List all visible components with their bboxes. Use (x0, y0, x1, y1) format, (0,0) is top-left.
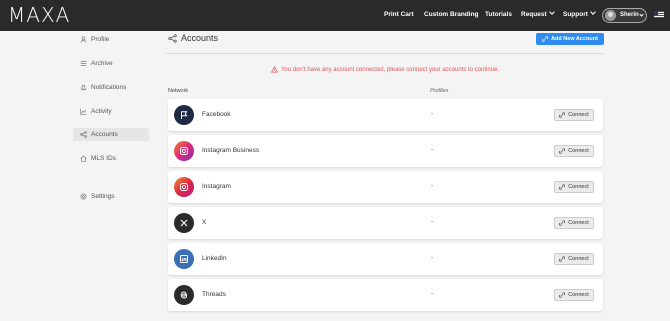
sidebar-item-profile[interactable]: Profile (73, 33, 149, 46)
account-row-linkedin: LinkedIn - Connect (168, 243, 603, 275)
warning-message: You don't have any account connected, pl… (166, 66, 604, 73)
flag-icon (174, 105, 194, 125)
nav-custom-branding[interactable]: Custom Branding (424, 11, 479, 18)
profile-value: - (431, 254, 434, 261)
warning-icon (270, 66, 278, 73)
user-icon (79, 36, 87, 44)
bell-icon (79, 84, 87, 92)
add-new-account-button[interactable]: Add New Account (536, 33, 604, 45)
sidebar-item-label: Activity (91, 108, 112, 115)
connect-instagram-button[interactable]: Connect (554, 181, 594, 193)
top-navbar: MAXA Print Cart Custom Branding Tutorial… (0, 0, 670, 31)
chevron-down-icon (590, 9, 596, 15)
nav-print-cart[interactable]: Print Cart (384, 11, 414, 18)
sidebar-item-notifications[interactable]: Notifications (73, 81, 149, 94)
account-row-facebook: Facebook - Connect (168, 99, 603, 131)
divider (166, 53, 604, 54)
network-name: Instagram (202, 183, 231, 190)
logo[interactable]: MAXA (8, 3, 70, 27)
sidebar-item-mls-ids[interactable]: MLS IDs (73, 152, 149, 165)
connect-facebook-button[interactable]: Connect (554, 109, 594, 121)
link-icon (542, 36, 549, 42)
profile-value: - (431, 110, 434, 117)
connect-threads-button[interactable]: Connect (554, 289, 594, 301)
chevron-down-icon (548, 9, 555, 15)
profile-value: - (431, 290, 434, 297)
sidebar-item-label: Accounts (91, 131, 118, 138)
share-icon (168, 33, 177, 43)
nav-request[interactable]: Request (521, 9, 555, 18)
connect-x-button[interactable]: Connect (554, 217, 594, 229)
link-icon (559, 112, 566, 118)
sidebar-item-archive[interactable]: Archive (73, 57, 149, 70)
page-title: Accounts (168, 33, 218, 43)
avatar (605, 10, 616, 21)
link-icon (559, 256, 566, 262)
network-name: LinkedIn (202, 255, 227, 262)
chart-icon (79, 108, 87, 116)
share-icon (79, 131, 87, 139)
gear-icon (79, 193, 87, 201)
sidebar-item-activity[interactable]: Activity (73, 105, 149, 118)
column-header-profiles: Profiles (430, 88, 449, 94)
threads-icon (174, 285, 194, 305)
linkedin-icon (174, 249, 194, 269)
link-icon (559, 220, 566, 226)
profile-value: - (431, 182, 434, 189)
link-icon (559, 148, 566, 154)
sidebar-item-label: Settings (91, 193, 115, 200)
profile-value: - (431, 218, 434, 225)
connect-instagram-business-button[interactable]: Connect (554, 145, 594, 157)
us-flag-icon[interactable] (654, 11, 664, 18)
sidebar-item-settings[interactable]: Settings (73, 190, 149, 203)
profile-value: - (431, 146, 434, 153)
account-row-instagram: Instagram - Connect (168, 171, 603, 203)
network-name: Instagram Business (202, 147, 260, 154)
sidebar-item-label: Notifications (91, 84, 127, 91)
nav-support[interactable]: Support (563, 9, 596, 18)
account-row-threads: Threads - Connect (168, 279, 603, 311)
sidebar-item-accounts[interactable]: Accounts (73, 128, 149, 141)
user-name: Sherin (620, 12, 639, 18)
x-icon (174, 213, 194, 233)
chevron-down-icon (639, 12, 644, 17)
sidebar-item-label: Archive (91, 60, 113, 67)
nav-tutorials[interactable]: Tutorials (485, 11, 512, 18)
instagram-icon (174, 141, 194, 161)
home-icon (79, 155, 87, 163)
link-icon (559, 184, 566, 190)
sidebar-item-label: Profile (91, 36, 110, 43)
user-menu[interactable]: Sherin (602, 8, 647, 23)
network-name: Threads (202, 291, 226, 298)
account-row-instagram-business: Instagram Business - Connect (168, 135, 603, 167)
link-icon (559, 292, 566, 298)
column-header-network: Network (168, 88, 189, 94)
network-name: Facebook (202, 111, 231, 118)
network-name: X (202, 219, 207, 226)
connect-linkedin-button[interactable]: Connect (554, 253, 594, 265)
instagram-icon (174, 177, 194, 197)
archive-icon (79, 60, 87, 68)
account-row-x: X - Connect (168, 207, 603, 239)
sidebar-item-label: MLS IDs (91, 155, 116, 162)
